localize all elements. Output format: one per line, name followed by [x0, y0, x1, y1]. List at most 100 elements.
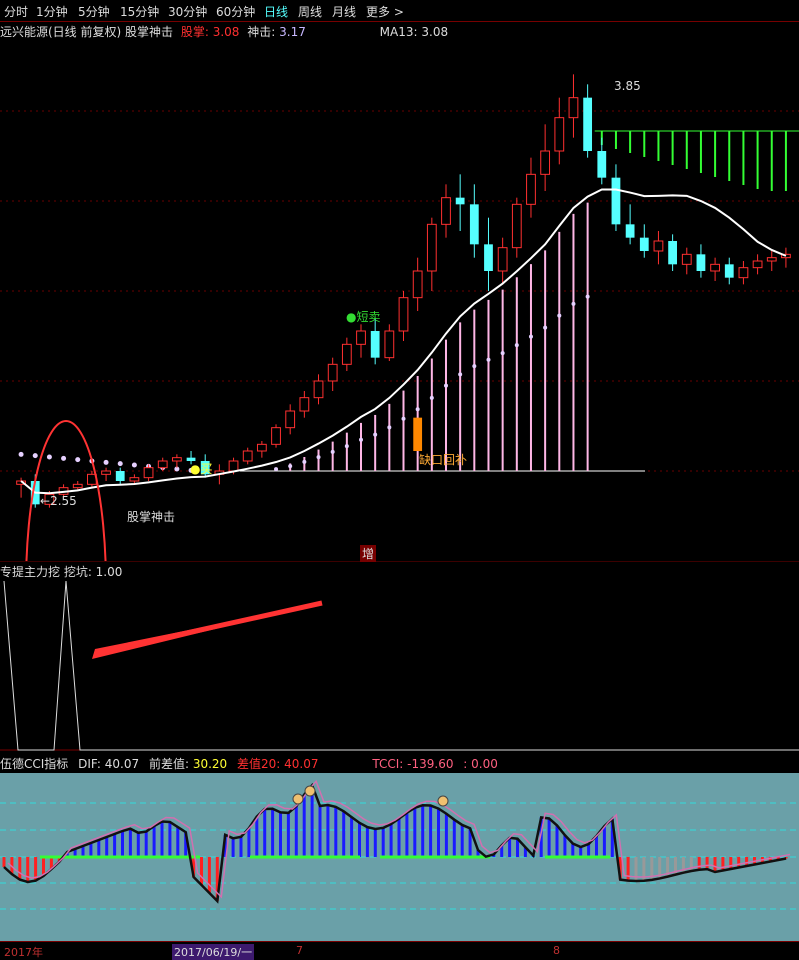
shenji-dot — [429, 395, 434, 400]
shenji-dot — [557, 313, 562, 318]
gap-fill-label: 缺口回补 — [419, 453, 468, 467]
short-sell-signal: ●短卖 — [346, 310, 381, 324]
candle-body-down — [724, 264, 734, 278]
zeng-label: 增 — [360, 545, 377, 562]
shenji-dot — [585, 294, 590, 299]
candle-body-down — [639, 237, 649, 251]
tab-7[interactable]: 周线 — [298, 3, 322, 20]
candle-body-up — [285, 410, 296, 429]
trail-dot — [61, 455, 67, 461]
candle-body-up — [426, 223, 437, 272]
tab-6[interactable]: 日线 — [264, 3, 288, 20]
wakeng-line — [3, 580, 799, 751]
candle-body-down — [469, 204, 479, 245]
cci-indicator-panel[interactable] — [0, 773, 799, 941]
trail-dot — [131, 462, 137, 468]
shenji-dot — [330, 449, 335, 454]
cci-tcci-value: -139.60 — [407, 757, 454, 771]
candle-body-up — [242, 450, 253, 462]
tab-4[interactable]: 30分钟 — [168, 3, 207, 20]
high-price-label: 3.85 — [614, 79, 641, 93]
buy-signal: ●买 — [190, 462, 213, 476]
low-price-label: ←2.55 — [40, 494, 77, 508]
shenji-dot — [373, 432, 378, 437]
tab-8[interactable]: 月线 — [332, 3, 356, 20]
shenji-dot — [528, 334, 533, 339]
candle-body-down — [455, 197, 465, 205]
tab-9[interactable]: 更多 > — [366, 3, 404, 20]
trail-dot — [46, 454, 52, 460]
candlestick-chart[interactable] — [0, 21, 799, 561]
candle-body-up — [766, 257, 777, 262]
candle-body-up — [540, 150, 551, 175]
trail-dot — [75, 457, 81, 463]
trail-dot — [18, 451, 24, 457]
shenji-dot — [344, 444, 349, 449]
shenji-dot — [274, 467, 279, 472]
candle-body-up — [271, 427, 281, 445]
candle-body-down — [668, 241, 677, 265]
candle-body-up — [228, 460, 239, 472]
cci-name: 伍德CCI指标 — [0, 757, 69, 771]
shenji-dot — [302, 459, 307, 464]
candle-body-up — [299, 397, 310, 412]
candle-body-up — [568, 97, 579, 119]
shenji-dot — [415, 407, 420, 412]
candle-body-up — [313, 380, 324, 399]
candle-body-down — [583, 97, 593, 151]
candle-body-up — [398, 297, 409, 332]
shenji-dot — [387, 425, 392, 430]
annotation-arrow-shaft — [95, 600, 323, 656]
cci-peak-marker — [304, 785, 316, 797]
candle-body-down — [115, 471, 125, 481]
time-label-year: 2017年 — [4, 946, 43, 959]
tab-2[interactable]: 5分钟 — [78, 3, 110, 20]
cci-qian-value: 30.20 — [192, 757, 228, 771]
cci-chazhi-label: 差值20: — [237, 757, 281, 771]
candle-body-up — [356, 330, 366, 345]
candle-body-down — [611, 177, 621, 225]
low-price-value: 2.55 — [50, 494, 77, 508]
tab-1[interactable]: 1分钟 — [36, 3, 68, 20]
indicator-name-label: 股掌神击 — [127, 510, 176, 524]
candle-body-up — [256, 443, 267, 452]
candle-body-down — [370, 331, 380, 358]
time-label-month-8: 8 — [553, 944, 560, 957]
cci-dif: DIF: 40.07 — [78, 757, 140, 771]
candle-body-up — [441, 197, 451, 225]
candle-body-up — [384, 330, 395, 359]
shenji-dot — [288, 464, 293, 469]
shenji-dot — [543, 325, 548, 330]
shenji-dot — [514, 343, 519, 348]
candle-body-up — [101, 470, 111, 475]
candle-body-up — [129, 477, 140, 482]
cci-tcci-label: TCCI: — [372, 757, 404, 771]
shenji-dot — [472, 364, 477, 369]
tab-0[interactable]: 分时 — [4, 3, 28, 20]
cci-peak-marker — [292, 793, 304, 805]
trail-dot — [117, 461, 123, 467]
wakeng-indicator-panel[interactable] — [0, 561, 799, 753]
candle-body-up — [681, 253, 692, 265]
gap-fill-box — [413, 417, 423, 451]
candle-body-up — [497, 247, 508, 272]
tab-5[interactable]: 60分钟 — [216, 3, 255, 20]
tab-3[interactable]: 15分钟 — [120, 3, 159, 20]
candle-body-down — [696, 254, 706, 271]
shenji-dot — [401, 416, 406, 421]
cci-last-value: : 0.00 — [463, 757, 498, 771]
candle-body-up — [171, 457, 182, 462]
candle-body-up — [511, 203, 522, 249]
candle-body-down — [484, 244, 493, 271]
candle-body-up — [341, 343, 352, 365]
candle-body-down — [597, 151, 607, 178]
cci-legend: 伍德CCI指标 DIF: 40.07 前差值: 30.20 差值20: 40.0… — [0, 755, 504, 773]
time-label-selected-date[interactable]: 2017/06/19/一 — [172, 944, 255, 960]
candle-body-up — [412, 270, 423, 299]
candle-body-up — [327, 363, 338, 382]
candle-body-up — [143, 467, 154, 479]
wakeng-legend: 专提主力挖 挖坑: 1.00 — [0, 565, 123, 579]
candle-body-down — [625, 224, 635, 238]
shenji-dot — [458, 372, 463, 377]
shenji-dot — [486, 357, 491, 362]
